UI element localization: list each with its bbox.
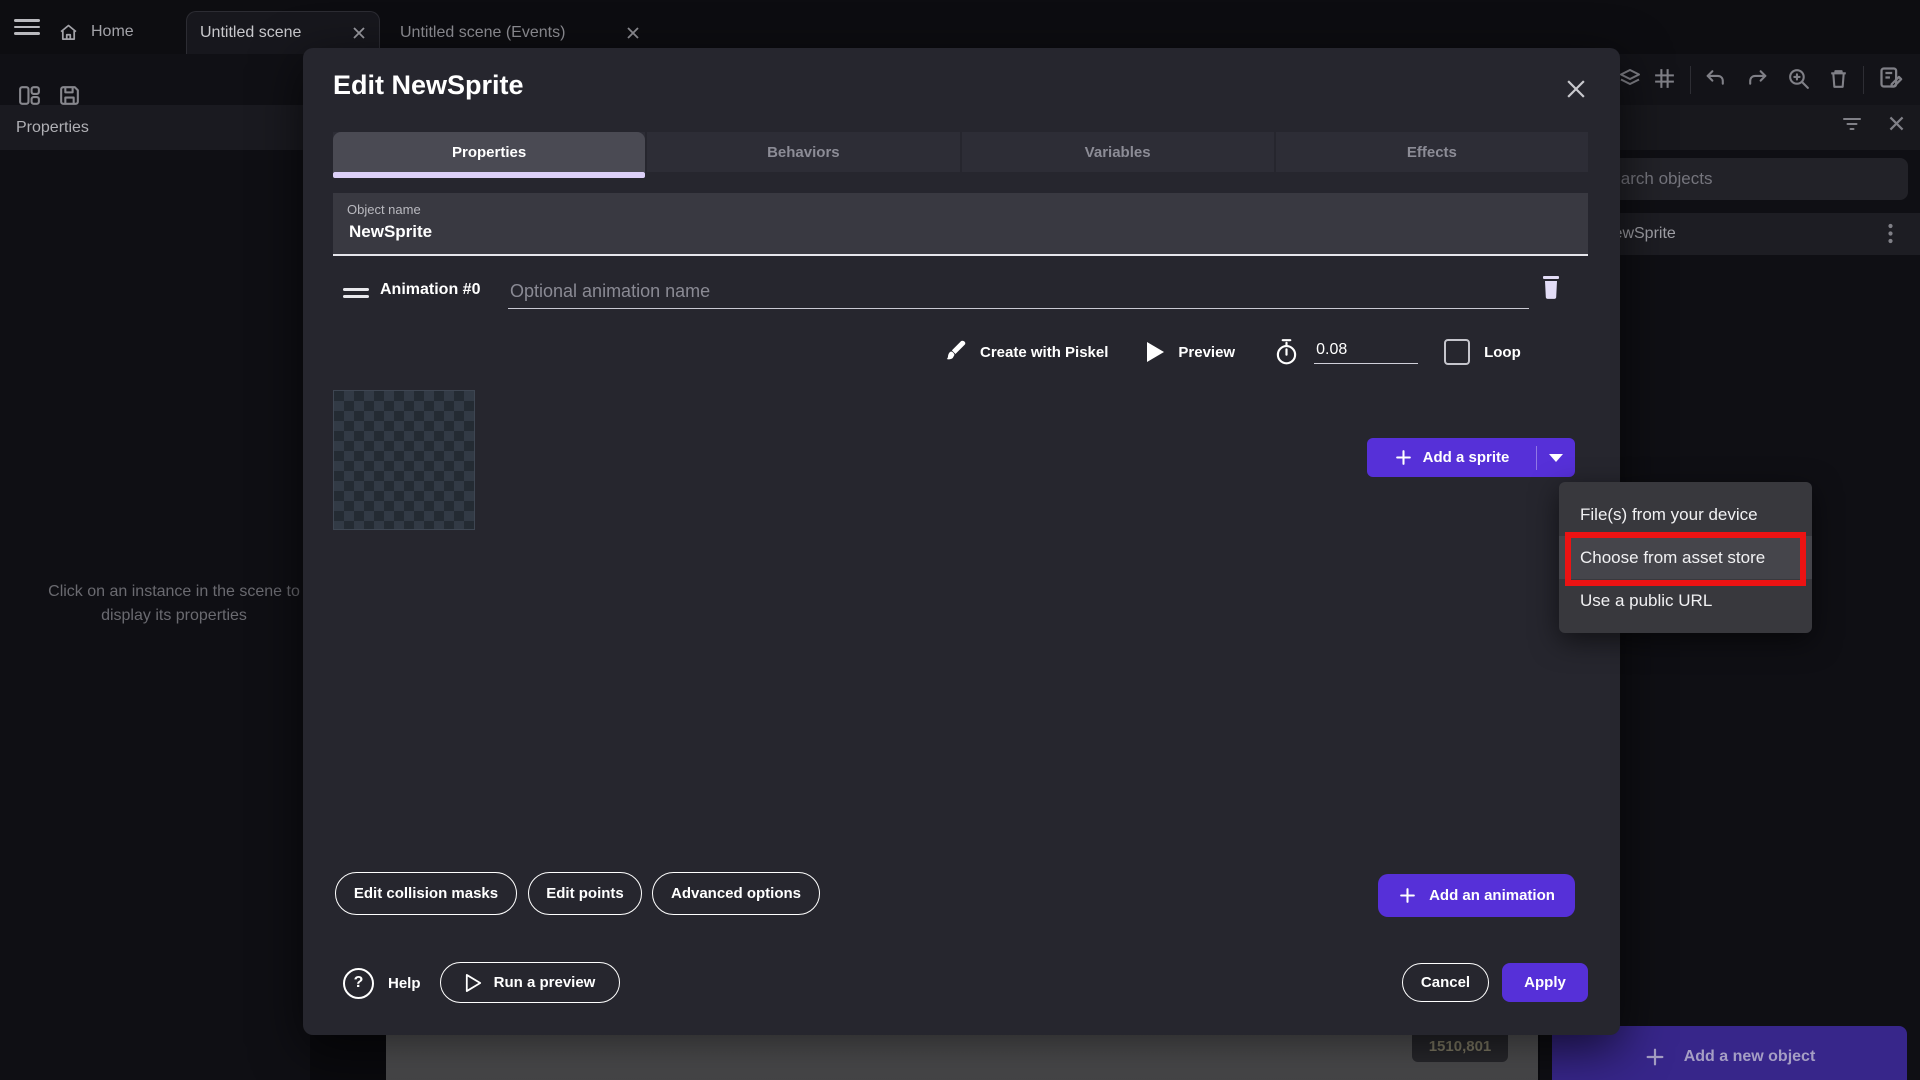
tab-behaviors[interactable]: Behaviors — [645, 132, 959, 172]
close-panel-icon[interactable] — [1888, 115, 1905, 132]
edit-collision-masks-button[interactable]: Edit collision masks — [335, 872, 517, 915]
scene-canvas[interactable] — [386, 1035, 1538, 1080]
search-objects-box[interactable] — [1576, 158, 1908, 200]
tab-home[interactable]: Home — [58, 10, 134, 54]
add-new-object-label: Add a new object — [1684, 1048, 1816, 1066]
play-outline-icon — [465, 973, 482, 993]
layers-icon[interactable] — [1618, 66, 1642, 90]
loop-label: Loop — [1484, 344, 1521, 361]
run-preview-button[interactable]: Run a preview — [440, 962, 620, 1003]
question-mark-icon: ? — [343, 968, 374, 999]
more-options-icon[interactable] — [1888, 223, 1893, 244]
cancel-button[interactable]: Cancel — [1402, 963, 1489, 1002]
stopwatch-icon — [1273, 338, 1300, 366]
tab-effects[interactable]: Effects — [1274, 132, 1588, 172]
close-icon[interactable] — [352, 26, 366, 40]
preview-play-icon — [1146, 341, 1165, 363]
menu-icon[interactable] — [14, 19, 40, 35]
tab-properties[interactable]: Properties — [333, 132, 645, 172]
search-objects-input[interactable] — [1576, 158, 1908, 200]
animation-label: Animation #0 — [380, 274, 480, 306]
time-between-frames-input[interactable] — [1314, 340, 1418, 364]
animation-tools-row: Create with Piskel Preview Loop — [943, 330, 1543, 374]
grid-icon[interactable] — [1652, 66, 1677, 91]
dialog-close-icon[interactable] — [1565, 78, 1587, 100]
piskel-brush-icon — [943, 339, 969, 365]
preview-button[interactable]: Preview — [1178, 344, 1235, 361]
edit-sprite-dialog: Edit NewSprite Properties Behaviors Vari… — [303, 48, 1620, 1035]
properties-empty-message: Click on an instance in the scene to dis… — [0, 580, 348, 628]
animation-name-input[interactable] — [508, 274, 1529, 309]
drag-handle-icon[interactable] — [343, 288, 369, 298]
menu-item-choose-from-asset-store[interactable]: Choose from asset store — [1559, 536, 1812, 579]
chevron-down-icon[interactable] — [1537, 453, 1575, 463]
dialog-title: Edit NewSprite — [333, 70, 524, 101]
plus-icon — [1644, 1046, 1666, 1068]
tab-variables[interactable]: Variables — [960, 132, 1274, 172]
plus-icon — [1398, 886, 1417, 905]
empty-sprite-thumbnail[interactable] — [333, 390, 475, 530]
properties-panel-title: Properties — [16, 119, 89, 137]
tab-label: Untitled scene (Events) — [400, 24, 565, 42]
home-icon — [58, 22, 79, 43]
advanced-options-button[interactable]: Advanced options — [652, 872, 820, 915]
delete-animation-icon[interactable] — [1539, 274, 1563, 300]
redo-icon[interactable] — [1745, 66, 1770, 91]
menu-item-use-public-url[interactable]: Use a public URL — [1559, 579, 1812, 622]
filter-icon[interactable] — [1842, 115, 1862, 133]
tab-label: Untitled scene — [200, 24, 301, 42]
apply-button[interactable]: Apply — [1502, 963, 1588, 1002]
object-name-label: Object name — [347, 202, 421, 217]
add-sprite-button[interactable]: Add a sprite — [1367, 438, 1575, 477]
plus-icon — [1394, 448, 1413, 467]
edit-scene-sheet-icon[interactable] — [1877, 64, 1904, 91]
help-button[interactable]: ? Help — [343, 966, 421, 1000]
menu-item-files-from-device[interactable]: File(s) from your device — [1559, 493, 1812, 536]
add-sprite-dropdown-menu: File(s) from your device Choose from ass… — [1559, 482, 1812, 633]
properties-panel-header: Properties — [0, 105, 310, 150]
zoom-in-icon[interactable] — [1786, 66, 1811, 91]
object-name-field[interactable]: Object name — [333, 193, 1588, 256]
toolbar-separator — [1690, 66, 1691, 94]
toolbar-separator — [1863, 66, 1864, 94]
object-name-input[interactable] — [347, 221, 1151, 243]
dialog-tabstrip: Properties Behaviors Variables Effects — [333, 132, 1588, 172]
delete-icon[interactable] — [1826, 66, 1851, 91]
secondary-toolbar — [0, 54, 310, 105]
save-icon[interactable] — [57, 83, 82, 108]
create-with-piskel-button[interactable]: Create with Piskel — [980, 344, 1108, 361]
add-animation-button[interactable]: Add an animation — [1378, 874, 1575, 917]
loop-checkbox[interactable] — [1444, 339, 1470, 365]
panels-layout-icon[interactable] — [17, 83, 42, 108]
edit-points-button[interactable]: Edit points — [528, 872, 642, 915]
close-icon[interactable] — [626, 26, 640, 40]
undo-icon[interactable] — [1703, 66, 1728, 91]
tab-home-label: Home — [91, 23, 134, 41]
